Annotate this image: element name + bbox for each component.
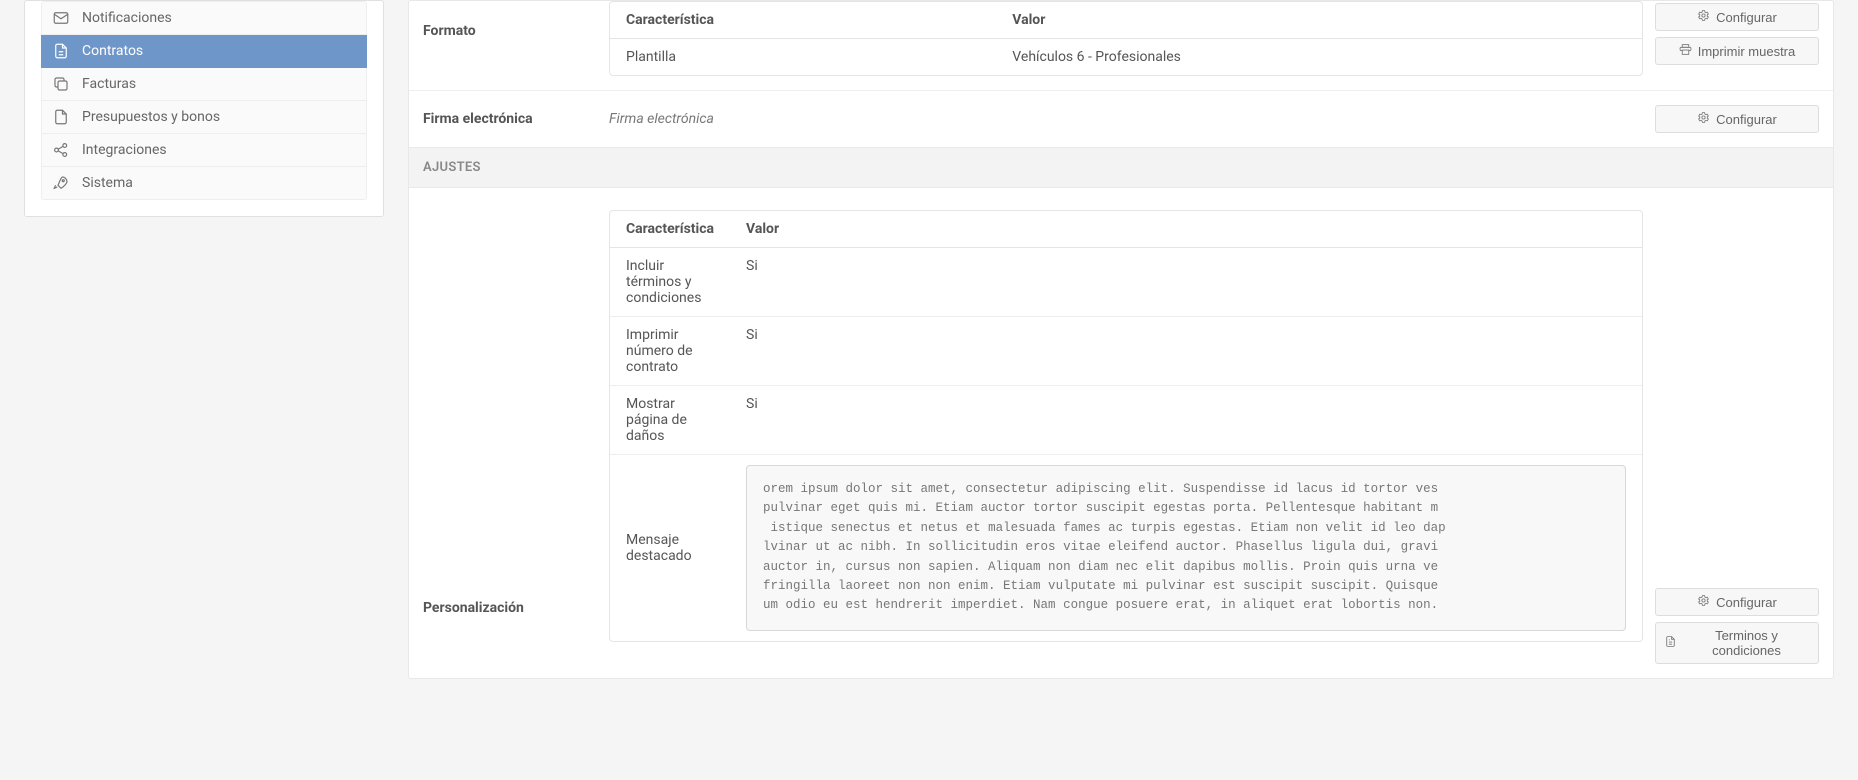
- th-valor: Valor: [730, 211, 1642, 248]
- th-caracteristica: Característica: [610, 2, 996, 39]
- personalizacion-label: Personalización: [423, 210, 609, 616]
- sidebar-item-sistema[interactable]: Sistema: [41, 167, 367, 200]
- table-row: Incluir términos y condiciones Si: [610, 248, 1642, 316]
- print-icon: [1679, 43, 1692, 59]
- section-firma: Firma electrónica Firma electrónica Conf…: [409, 90, 1833, 147]
- sidebar-item-label: Notificaciones: [82, 10, 172, 26]
- ajustes-header: AJUSTES: [409, 147, 1833, 188]
- sidebar-item-label: Integraciones: [82, 142, 167, 158]
- sidebar-item-label: Facturas: [82, 76, 136, 92]
- sidebar-item-notificaciones[interactable]: Notificaciones: [41, 1, 367, 35]
- configurar-button[interactable]: Configurar: [1655, 588, 1819, 616]
- cell-valor: Si: [730, 385, 1642, 454]
- cell-mensaje-label: Mensaje destacado: [610, 454, 730, 641]
- table-row: Plantilla Vehículos 6 - Profesionales: [610, 39, 1642, 75]
- mail-icon: [52, 9, 70, 27]
- table-row-mensaje: Mensaje destacado orem ipsum dolor sit a…: [610, 454, 1642, 641]
- formato-table: Característica Valor Plantilla Vehículos…: [609, 1, 1643, 76]
- section-personalizacion: Personalización Característica Valor Inc…: [409, 188, 1833, 678]
- cell-caracteristica: Imprimir número de contrato: [610, 316, 730, 385]
- formato-label: Formato: [423, 1, 609, 39]
- file-icon: [52, 108, 70, 126]
- sidebar-item-integraciones[interactable]: Integraciones: [41, 134, 367, 167]
- sidebar-item-label: Presupuestos y bonos: [82, 109, 220, 125]
- table-row: Imprimir número de contrato Si: [610, 316, 1642, 385]
- main-panel: Formato Característica Valor Plantilla V…: [408, 0, 1834, 679]
- sidebar: Notificaciones Contratos Facturas Presup…: [24, 0, 384, 217]
- sidebar-item-label: Contratos: [82, 43, 143, 59]
- button-label: Configurar: [1716, 595, 1777, 610]
- gear-icon: [1697, 594, 1710, 610]
- sidebar-item-contratos[interactable]: Contratos: [41, 35, 367, 68]
- th-caracteristica: Característica: [610, 211, 730, 248]
- sidebar-item-presupuestos[interactable]: Presupuestos y bonos: [41, 101, 367, 134]
- cell-valor: Si: [730, 316, 1642, 385]
- configurar-button[interactable]: Configurar: [1655, 3, 1819, 31]
- sidebar-item-facturas[interactable]: Facturas: [41, 68, 367, 101]
- button-label: Terminos y condiciones: [1683, 628, 1810, 658]
- terminos-button[interactable]: Terminos y condiciones: [1655, 622, 1819, 664]
- copy-icon: [52, 75, 70, 93]
- button-label: Imprimir muestra: [1698, 44, 1796, 59]
- sidebar-item-label: Sistema: [82, 175, 133, 191]
- configurar-button[interactable]: Configurar: [1655, 105, 1819, 133]
- mensaje-destacado-text: orem ipsum dolor sit amet, consectetur a…: [746, 465, 1626, 631]
- cell-valor: Vehículos 6 - Profesionales: [996, 39, 1642, 75]
- table-row: Mostrar página de daños Si: [610, 385, 1642, 454]
- document-icon: [52, 42, 70, 60]
- personalizacion-table: Característica Valor Incluir términos y …: [609, 210, 1643, 642]
- gear-icon: [1697, 111, 1710, 127]
- firma-value: Firma electrónica: [609, 111, 714, 127]
- share-icon: [52, 141, 70, 159]
- firma-label: Firma electrónica: [423, 111, 609, 127]
- gear-icon: [1697, 9, 1710, 25]
- rocket-icon: [52, 174, 70, 192]
- button-label: Configurar: [1716, 10, 1777, 25]
- cell-caracteristica: Incluir términos y condiciones: [610, 248, 730, 316]
- cell-caracteristica: Plantilla: [610, 39, 996, 75]
- file-text-icon: [1664, 635, 1677, 651]
- cell-caracteristica: Mostrar página de daños: [610, 385, 730, 454]
- imprimir-muestra-button[interactable]: Imprimir muestra: [1655, 37, 1819, 65]
- section-formato: Formato Característica Valor Plantilla V…: [409, 1, 1833, 90]
- button-label: Configurar: [1716, 112, 1777, 127]
- cell-valor: Si: [730, 248, 1642, 316]
- th-valor: Valor: [996, 2, 1642, 39]
